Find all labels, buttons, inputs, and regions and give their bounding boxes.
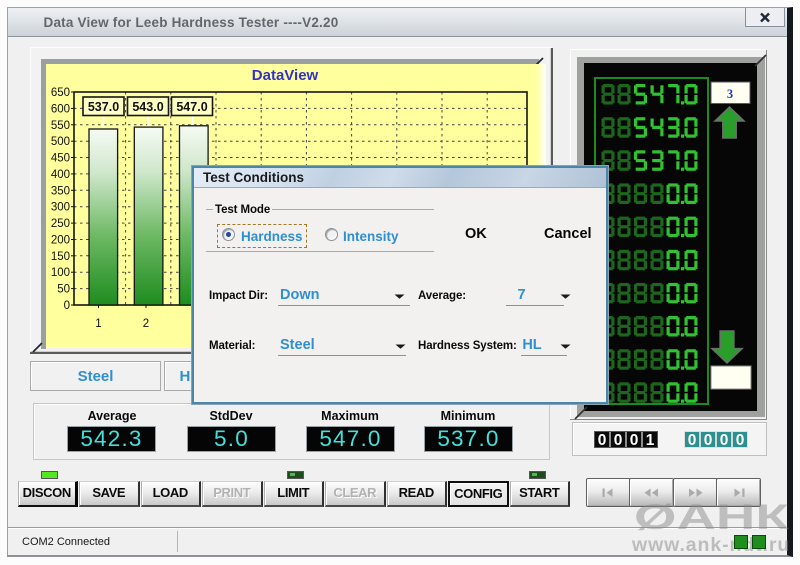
svg-text:400: 400 <box>51 169 70 181</box>
svg-text:0: 0 <box>688 432 697 448</box>
svg-text:200: 200 <box>51 235 70 247</box>
svg-text:0: 0 <box>598 432 607 448</box>
svg-text:1: 1 <box>95 318 101 330</box>
svg-text:3: 3 <box>727 87 733 101</box>
svg-text:DataView: DataView <box>252 67 319 84</box>
svg-text:600: 600 <box>51 103 70 115</box>
svg-text:150: 150 <box>51 251 70 263</box>
svg-text:0: 0 <box>64 300 70 312</box>
svg-text:0: 0 <box>614 432 623 448</box>
svg-text:250: 250 <box>51 218 70 230</box>
svg-text:2: 2 <box>143 318 149 330</box>
svg-text:300: 300 <box>51 202 70 214</box>
svg-text:550: 550 <box>51 120 70 132</box>
svg-text:547.0: 547.0 <box>176 100 207 114</box>
svg-text:0: 0 <box>736 432 745 448</box>
svg-text:450: 450 <box>51 153 70 165</box>
svg-text:1: 1 <box>646 432 655 448</box>
svg-text:0: 0 <box>704 432 713 448</box>
svg-text:0: 0 <box>720 432 729 448</box>
svg-text:50: 50 <box>57 284 70 296</box>
svg-text:100: 100 <box>51 267 70 279</box>
svg-text:350: 350 <box>51 185 70 197</box>
svg-text:0: 0 <box>630 432 639 448</box>
svg-text:537.0: 537.0 <box>88 100 119 114</box>
svg-text:543.0: 543.0 <box>132 100 163 114</box>
svg-text:500: 500 <box>51 136 70 148</box>
svg-text:650: 650 <box>51 87 70 99</box>
